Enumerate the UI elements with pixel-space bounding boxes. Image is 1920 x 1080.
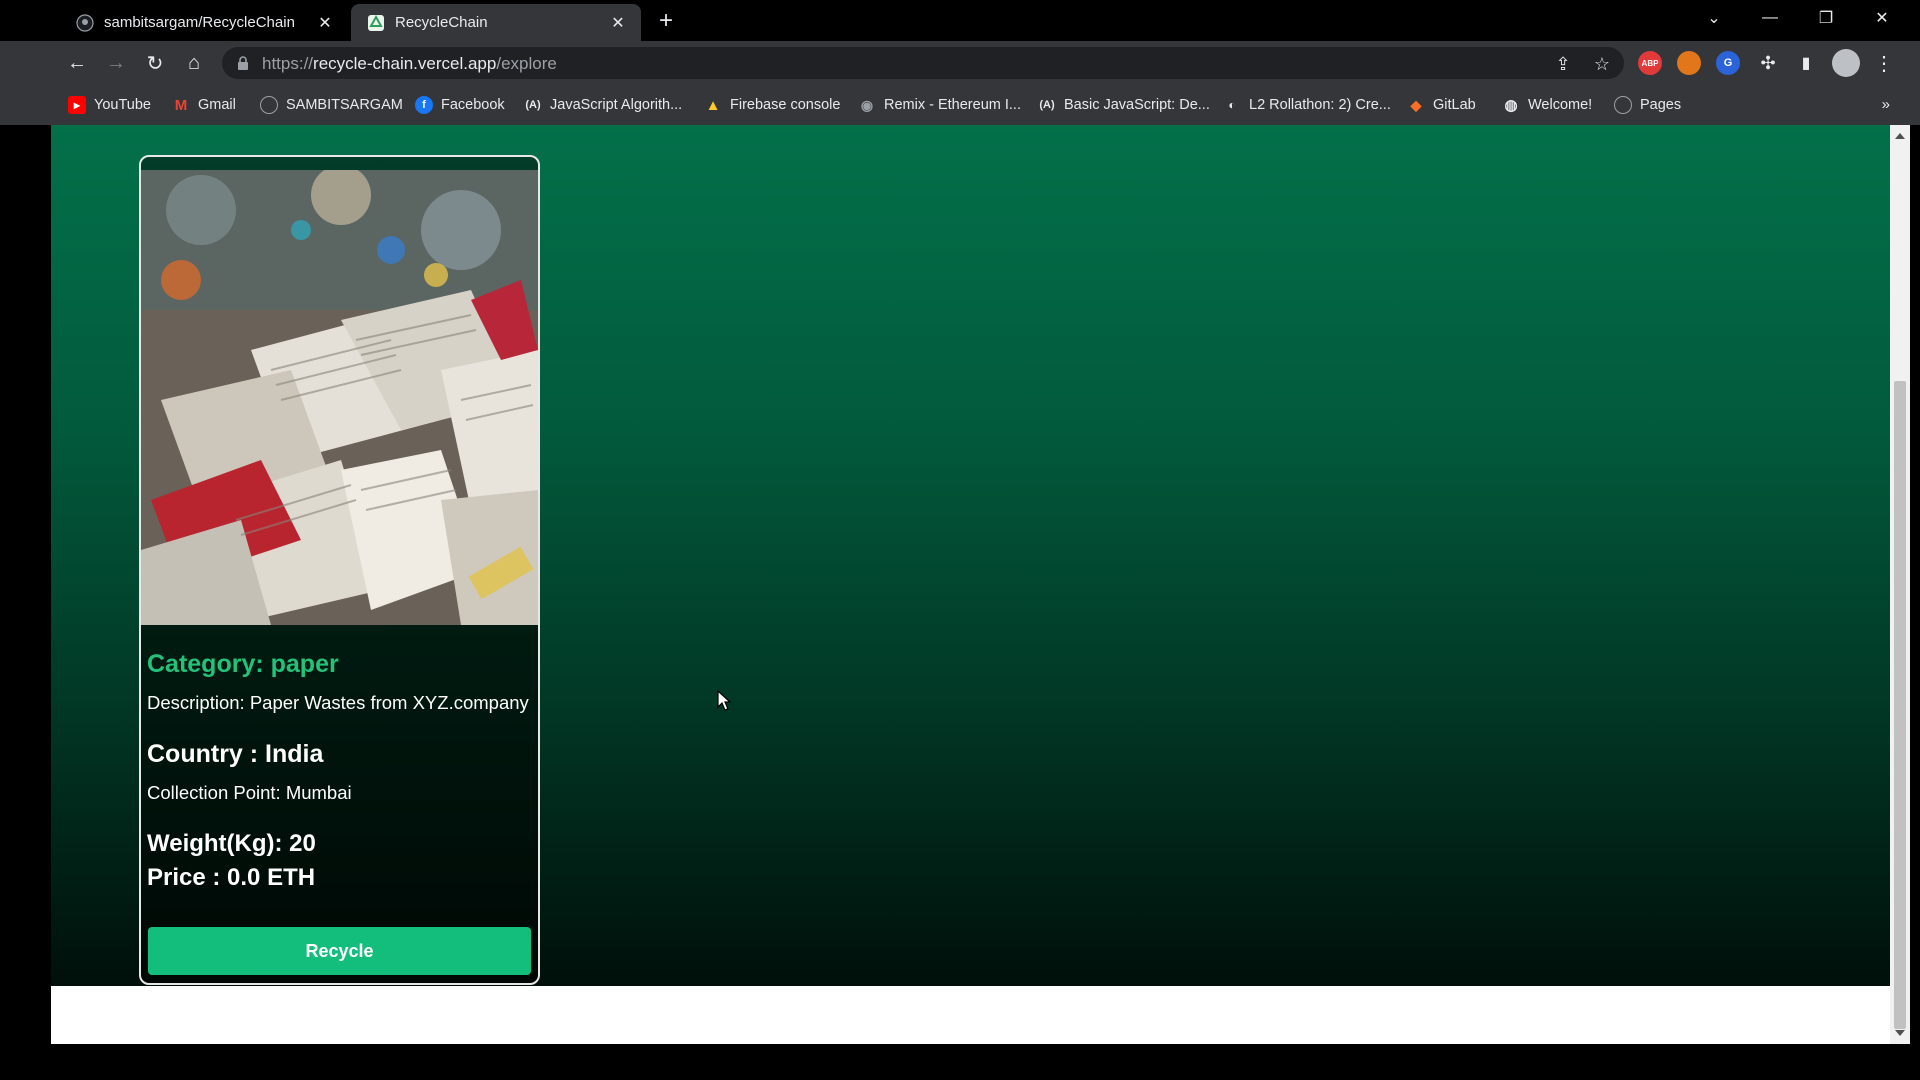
github-icon: [76, 13, 94, 32]
tab-strip: sambitsargam/RecycleChain ✕ RecycleChain…: [0, 0, 1920, 41]
bookmark-pages[interactable]: Pages: [1614, 94, 1681, 116]
page-scrollbar[interactable]: [1890, 125, 1910, 1044]
home-icon[interactable]: ⌂: [180, 49, 208, 77]
more-bookmarks-icon[interactable]: »: [1882, 96, 1890, 113]
freecodecamp-icon: (A): [525, 99, 541, 111]
address-bar[interactable]: https://recycle-chain.vercel.app/explore…: [222, 47, 1624, 79]
lock-icon: [236, 55, 250, 71]
profile-avatar-icon[interactable]: [1832, 49, 1860, 77]
side-panel-icon[interactable]: ▮: [1792, 49, 1820, 77]
bookmark-remix[interactable]: ◉ Remix - Ethereum I...: [858, 94, 1021, 116]
devfolio-icon: ◐: [1228, 98, 1236, 112]
recycle-button[interactable]: Recycle: [148, 927, 531, 975]
scrollbar-thumb[interactable]: [1894, 381, 1906, 1029]
firebase-icon: ▲: [705, 96, 721, 114]
scroll-up-icon[interactable]: [1895, 133, 1905, 139]
close-tab-icon[interactable]: ✕: [609, 14, 627, 32]
tab-recyclechain[interactable]: RecycleChain ✕: [351, 4, 641, 41]
back-icon[interactable]: ←: [63, 49, 91, 77]
url-text: https://recycle-chain.vercel.app/explore: [262, 54, 557, 73]
bookmark-l2-rollathon[interactable]: ◐ L2 Rollathon: 2) Cre...: [1223, 94, 1390, 116]
adblock-plus-icon[interactable]: ABP: [1638, 51, 1662, 75]
bookmarks-bar: ▶ YouTube M Gmail SAMBITSARGAM f Facebook (…: [0, 85, 1920, 125]
share-icon[interactable]: ⇪: [1552, 53, 1574, 75]
new-tab-button[interactable]: +: [652, 8, 680, 36]
item-collection-point: Collection Point: Mumbai: [147, 782, 352, 803]
github-icon: [260, 96, 278, 114]
forward-icon[interactable]: →: [102, 49, 130, 77]
item-description: Description: Paper Wastes from XYZ.compa…: [147, 692, 529, 713]
recyclechain-favicon-icon: [367, 14, 385, 32]
remix-icon: ◉: [860, 96, 874, 113]
globe-icon: ◍: [1504, 97, 1518, 114]
recycle-item-card: Category: paper Description: Paper Waste…: [139, 155, 540, 985]
bookmark-facebook[interactable]: f Facebook: [415, 94, 505, 116]
bookmark-star-icon[interactable]: ☆: [1591, 53, 1613, 75]
extensions-puzzle-icon[interactable]: ✣: [1754, 49, 1782, 77]
item-weight: Weight(Kg): 20: [147, 830, 316, 857]
metamask-icon[interactable]: [1677, 51, 1701, 75]
gitlab-icon: ◆: [1410, 96, 1422, 113]
page-viewport: Category: paper Description: Paper Waste…: [51, 125, 1890, 986]
item-category: Category: paper: [147, 650, 339, 678]
bookmark-youtube[interactable]: ▶ YouTube: [68, 94, 151, 116]
tab-github-repo[interactable]: sambitsargam/RecycleChain ✕: [60, 4, 348, 41]
page-footer-area: [51, 986, 1890, 1044]
tab-title: sambitsargam/RecycleChain: [104, 14, 295, 31]
gmail-icon: M: [174, 96, 188, 114]
close-window-icon[interactable]: ✕: [1858, 0, 1906, 36]
freecodecamp-icon: (A): [1039, 99, 1055, 111]
restore-icon[interactable]: ❐: [1802, 0, 1850, 36]
mouse-pointer-icon: [717, 690, 731, 711]
chrome-menu-icon[interactable]: ⋮: [1870, 49, 1898, 77]
item-country: Country : India: [147, 740, 324, 768]
grammarly-icon[interactable]: G: [1716, 51, 1740, 75]
github-icon: [1614, 96, 1632, 114]
close-tab-icon[interactable]: ✕: [316, 14, 334, 32]
tab-title: RecycleChain: [395, 14, 488, 31]
youtube-icon: ▶: [68, 96, 86, 114]
bookmark-js-algorithms[interactable]: (A) JavaScript Algorith...: [524, 94, 682, 116]
browser-toolbar: ← → ↻ ⌂ https://recycle-chain.vercel.app…: [0, 41, 1920, 85]
item-price: Price : 0.0 ETH: [147, 864, 316, 891]
scroll-down-icon[interactable]: [1895, 1030, 1905, 1036]
bookmark-sambitsargam[interactable]: SAMBITSARGAM: [260, 94, 403, 116]
bookmark-gmail[interactable]: M Gmail: [172, 94, 236, 116]
waste-item-image: [141, 170, 538, 625]
bookmark-firebase[interactable]: ▲ Firebase console: [704, 94, 841, 116]
bookmark-gitlab[interactable]: ◆ GitLab: [1407, 94, 1476, 116]
minimize-icon[interactable]: —: [1746, 0, 1794, 36]
tab-search-icon[interactable]: ⌄: [1690, 0, 1738, 36]
bookmark-basic-js[interactable]: (A) Basic JavaScript: De...: [1038, 94, 1210, 116]
bookmark-welcome[interactable]: ◍ Welcome!: [1502, 94, 1592, 116]
reload-icon[interactable]: ↻: [141, 49, 169, 77]
facebook-icon: f: [415, 96, 433, 114]
browser-chrome: sambitsargam/RecycleChain ✕ RecycleChain…: [0, 0, 1920, 125]
